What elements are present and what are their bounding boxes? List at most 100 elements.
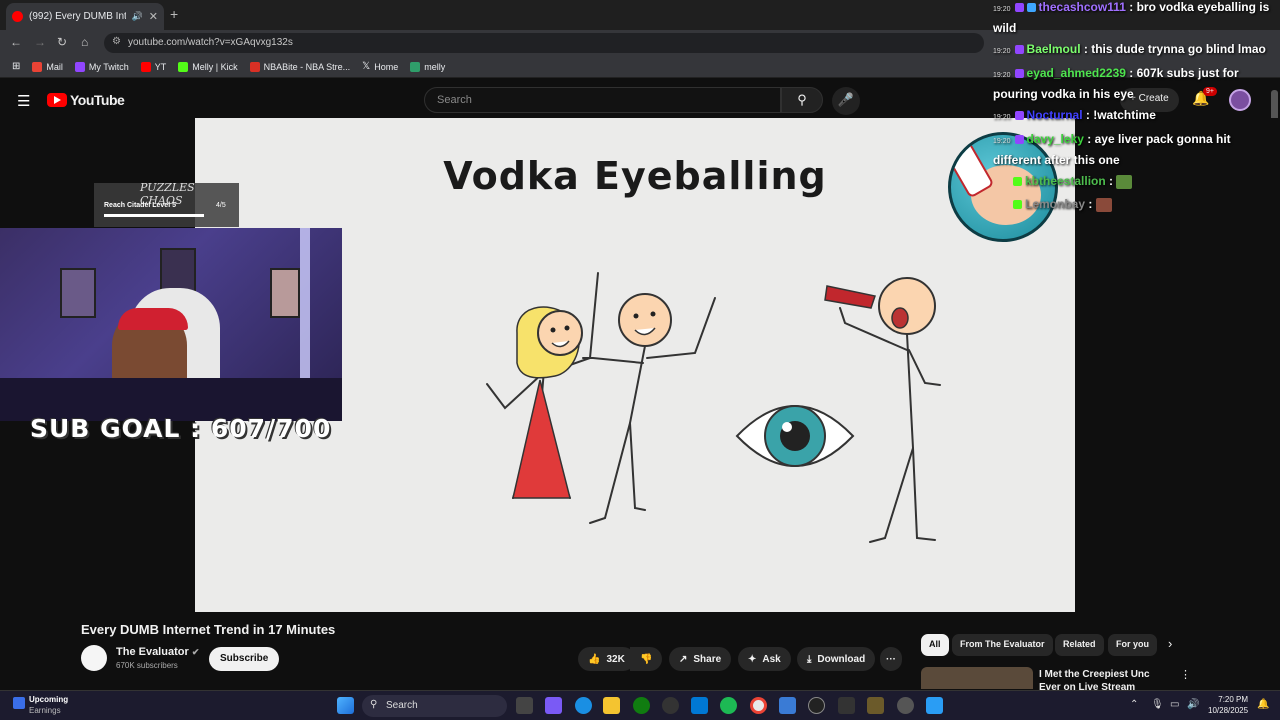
subscriber-count: 670K subscribers: [116, 661, 178, 670]
search-icon: ⚲: [797, 92, 807, 107]
widget-title: Upcoming: [29, 695, 69, 704]
channel-avatar[interactable]: [81, 645, 107, 671]
download-button[interactable]: ⤓ Download: [797, 647, 876, 671]
x-icon: 𝕏: [362, 61, 371, 72]
new-tab-button[interactable]: +: [170, 6, 178, 22]
filter-chip-for-you[interactable]: For you: [1108, 634, 1157, 656]
filter-chip-all[interactable]: All: [921, 634, 949, 656]
copilot-icon[interactable]: [545, 697, 562, 714]
chat-message: 19:20 thecashcow111 : bro vodka eyeballin…: [993, 0, 1278, 38]
close-tab-icon[interactable]: ✕: [149, 10, 158, 23]
reload-icon[interactable]: ↻: [57, 35, 67, 49]
widget-subtitle: Earnings: [29, 706, 61, 715]
goal-label: Reach Citadel Level 5: [104, 202, 176, 209]
notification-bell-icon[interactable]: 🔔: [1257, 699, 1269, 710]
bookmark-label: Mail: [46, 61, 63, 72]
hamburger-menu-icon[interactable]: ☰: [17, 92, 30, 110]
download-label: Download: [817, 653, 866, 665]
windows-start-icon[interactable]: [337, 697, 354, 714]
bookmark-yt[interactable]: YT: [140, 61, 166, 72]
apps-icon[interactable]: ⊞: [12, 61, 20, 72]
xbox-icon[interactable]: [633, 697, 650, 714]
video-info-section: Every DUMB Internet Trend in 17 Minutes …: [0, 612, 1280, 690]
mic-tray-icon[interactable]: 🎙: [1151, 699, 1164, 710]
home-icon[interactable]: ⌂: [81, 35, 88, 49]
forward-icon[interactable]: →: [34, 35, 46, 49]
clock-date: 10/28/2025: [1208, 706, 1249, 715]
bookmark-melly[interactable]: melly: [410, 61, 446, 72]
channel-name[interactable]: The Evaluator ✔: [116, 646, 199, 658]
obs-icon[interactable]: [662, 697, 679, 714]
game-icon[interactable]: [867, 697, 884, 714]
voice-search-button[interactable]: 🎤: [832, 87, 860, 115]
chat-username: Nocturnal: [1026, 108, 1083, 122]
share-label: Share: [693, 653, 722, 665]
search-icon: ⚲: [370, 699, 378, 710]
melly-icon: [410, 61, 421, 72]
subscribe-button[interactable]: Subscribe: [209, 647, 280, 671]
widgets-button[interactable]: Upcoming Earnings: [13, 694, 68, 716]
settings-gear-icon[interactable]: [897, 697, 914, 714]
chrome-icon[interactable]: [750, 697, 767, 714]
bookmark-kick[interactable]: Melly | Kick: [178, 61, 238, 72]
site-info-icon[interactable]: ⚙: [112, 36, 121, 47]
share-icon: ↗: [679, 653, 688, 665]
share-button[interactable]: ↗ Share: [669, 647, 732, 671]
audio-icon[interactable]: 🔊: [132, 11, 143, 22]
task-view-icon[interactable]: [516, 697, 533, 714]
file-explorer-icon[interactable]: [603, 697, 620, 714]
bookmark-home[interactable]: 𝕏 Home: [362, 61, 398, 72]
chat-message: 19:20 davy_leky : aye liver pack gonna hi…: [993, 130, 1278, 170]
logo-text: YouTube: [70, 92, 125, 108]
dislike-button[interactable]: 👎: [630, 647, 663, 671]
video-title: Every DUMB Internet Trend in 17 Minutes: [81, 622, 336, 637]
volume-icon[interactable]: 🔊: [1187, 699, 1199, 710]
filter-chip-related[interactable]: Related: [1055, 634, 1104, 656]
browser-tab[interactable]: (992) Every DUMB Internet 🔊 ✕: [6, 3, 164, 30]
spotify-icon[interactable]: [720, 697, 737, 714]
url-text: youtube.com/watch?v=xGAqvxg132s: [128, 37, 293, 48]
address-bar[interactable]: ⚙ youtube.com/watch?v=xGAqvxg132s: [104, 33, 984, 53]
ask-button[interactable]: ✦ Ask: [738, 647, 791, 671]
app-icon[interactable]: [838, 697, 855, 714]
bookmark-label: melly: [424, 61, 446, 72]
chevron-right-icon[interactable]: ›: [1168, 636, 1172, 651]
tab-title: (992) Every DUMB Internet: [29, 11, 126, 22]
back-icon[interactable]: ←: [10, 35, 22, 49]
recommendation-title[interactable]: I Met the Creepiest Unc Ever on Live Str…: [1039, 668, 1174, 690]
youtube-logo[interactable]: YouTube: [47, 92, 125, 108]
channel-name-text: The Evaluator: [116, 646, 189, 658]
bookmark-nbabite[interactable]: NBABite - NBA Stre...: [249, 61, 350, 72]
chat-username: Baelmoul: [1026, 42, 1081, 56]
filter-chip-from-channel[interactable]: From The Evaluator: [952, 634, 1053, 656]
taskbar-search[interactable]: ⚲ Search: [362, 695, 507, 717]
media-player-icon[interactable]: [808, 697, 825, 714]
twitch-badge-icon: [1014, 135, 1024, 145]
search-button[interactable]: ⚲: [781, 87, 823, 113]
more-actions-button[interactable]: ···: [880, 647, 902, 671]
bookmark-label: Home: [374, 61, 399, 72]
nbabite-icon: [249, 61, 260, 72]
twitch-badge-icon: [1014, 111, 1024, 121]
windows-taskbar: Upcoming Earnings ⚲ Search ⌃ 🎙 ▭ 🔊 7:20 …: [0, 690, 1280, 720]
photos-icon[interactable]: [779, 697, 796, 714]
youtube-favicon-icon: [12, 11, 23, 22]
like-button[interactable]: 👍 32K: [578, 647, 635, 671]
bookmark-label: Melly | Kick: [192, 61, 238, 72]
search-input[interactable]: Search: [424, 87, 781, 113]
chat-username: thecashcow111: [1038, 0, 1126, 14]
edge-icon[interactable]: [575, 697, 592, 714]
chevron-up-icon[interactable]: ⌃: [1130, 699, 1138, 710]
chat-time: 19:20: [993, 72, 1011, 79]
recommendation-thumbnail[interactable]: [921, 667, 1033, 689]
system-clock[interactable]: 7:20 PM 10/28/2025: [1208, 694, 1248, 716]
network-icon[interactable]: ▭: [1170, 699, 1179, 710]
bookmark-twitch[interactable]: My Twitch: [74, 61, 129, 72]
store-icon[interactable]: [691, 697, 708, 714]
chat-message: 19:20 eyad_ahmed2239 : 607k subs just for…: [993, 64, 1278, 104]
clock-time: 7:20 PM: [1218, 695, 1249, 704]
bookmark-mail[interactable]: Mail: [32, 61, 63, 72]
app-f-icon[interactable]: [926, 697, 943, 714]
bookmark-label: My Twitch: [88, 61, 129, 72]
more-vert-icon[interactable]: ⋮: [1180, 668, 1191, 681]
